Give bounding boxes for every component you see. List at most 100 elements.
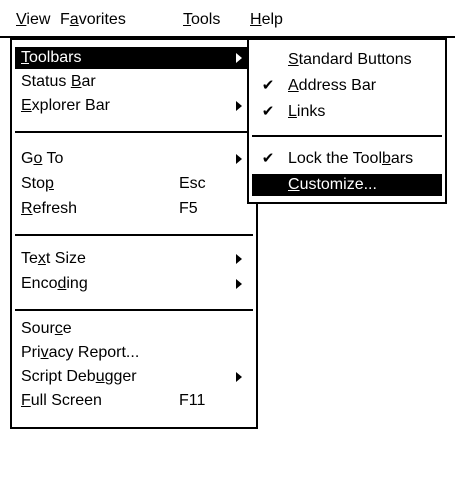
menu-item-toolbars-post: oolbars — [29, 49, 82, 66]
menu-item-full-screen-mnemonic: F — [21, 392, 31, 409]
chevron-right-icon — [236, 154, 242, 164]
menu-item-stop-pre: Sto — [21, 175, 46, 192]
submenu-item-address-bar[interactable]: ✔ Address Bar — [252, 75, 442, 97]
menu-tools-mnemonic: T — [183, 11, 191, 28]
chevron-right-icon — [236, 101, 242, 111]
submenu-item-address-bar-mnemonic: A — [288, 77, 299, 94]
menu-item-toolbars[interactable]: Toolbars — [15, 47, 253, 69]
menu-item-full-screen-shortcut: F11 — [179, 392, 206, 409]
menu-item-encoding-post: ing — [66, 275, 88, 292]
submenu-item-lock-toolbars-pre: Lock the Tool — [288, 150, 382, 167]
menu-separator — [252, 135, 442, 137]
menu-help-mnemonic: H — [250, 11, 262, 28]
menu-item-source-post: e — [62, 320, 72, 337]
menu-item-source-mnemonic: c — [54, 320, 63, 337]
submenu-item-links-mnemonic: L — [288, 103, 297, 120]
menu-help-post: elp — [261, 11, 283, 28]
menu-item-full-screen[interactable]: Full Screen F11 — [15, 390, 253, 412]
checkmark-icon: ✔ — [261, 103, 275, 120]
menu-item-text-size-mnemonic: x — [37, 250, 46, 267]
chevron-right-icon — [236, 372, 242, 382]
menu-item-full-screen-post: ull Screen — [30, 392, 102, 409]
menu-item-privacy-report-mnemonic: v — [40, 344, 49, 361]
submenu-item-lock-toolbars-post: ars — [390, 150, 414, 167]
menu-item-text-size-label: Text Size — [21, 248, 86, 270]
menu-item-explorer-bar-label: Explorer Bar — [21, 95, 110, 117]
menu-item-source[interactable]: Source — [15, 318, 253, 340]
submenu-item-links-label: Links — [288, 101, 325, 123]
menu-item-status-bar-mnemonic: B — [70, 73, 82, 90]
chevron-right-icon — [236, 53, 242, 63]
menu-item-stop-label: Stop — [21, 173, 54, 195]
menu-item-toolbars-label: Toolbars — [21, 47, 81, 69]
submenu-item-address-bar-label: Address Bar — [288, 75, 376, 97]
submenu-item-address-bar-post: ddress Bar — [298, 77, 377, 94]
menu-item-status-bar-label: Status Bar — [21, 71, 96, 93]
menu-item-script-debugger-post: gger — [104, 368, 137, 385]
menu-favorites-post: vorites — [78, 11, 126, 28]
menu-item-text-size-post: t Size — [45, 250, 86, 267]
menu-view[interactable]: View — [16, 10, 50, 30]
menu-item-go-to-post: To — [42, 150, 64, 167]
chevron-right-icon — [236, 279, 242, 289]
menu-item-source-pre: Sour — [21, 320, 55, 337]
toolbars-submenu: Standard Buttons ✔ Address Bar ✔ Links ✔… — [247, 38, 447, 204]
menu-separator — [15, 234, 253, 236]
menu-item-source-label: Source — [21, 318, 72, 340]
menu-favorites[interactable]: Favorites — [60, 10, 126, 30]
menu-help[interactable]: Help — [250, 10, 283, 30]
menu-item-stop-shortcut: Esc — [179, 175, 206, 192]
submenu-item-lock-toolbars-mnemonic: b — [382, 150, 391, 167]
menu-item-explorer-bar-post: xplorer Bar — [31, 97, 110, 114]
chevron-right-icon — [236, 254, 242, 264]
menu-item-go-to-label: Go To — [21, 148, 63, 170]
view-menu-dropdown: Toolbars Status Bar Explorer Bar Go To S… — [10, 38, 258, 429]
menu-favorites-pre: F — [60, 11, 70, 28]
menu-item-go-to[interactable]: Go To — [15, 148, 253, 170]
submenu-item-links[interactable]: ✔ Links — [252, 101, 442, 123]
menu-item-explorer-bar-mnemonic: E — [21, 97, 32, 114]
menu-item-full-screen-label: Full Screen — [21, 390, 102, 412]
submenu-item-links-post: inks — [296, 103, 326, 120]
menu-item-status-bar-pre: Status — [21, 73, 71, 90]
submenu-item-lock-toolbars-label: Lock the Toolbars — [288, 148, 413, 170]
submenu-item-standard-buttons[interactable]: Standard Buttons — [252, 49, 442, 71]
menu-item-script-debugger-mnemonic: u — [95, 368, 105, 385]
menu-tools[interactable]: Tools — [183, 10, 220, 30]
checkmark-icon: ✔ — [261, 77, 275, 94]
submenu-item-customize-label: Customize... — [288, 174, 377, 196]
menu-item-privacy-report-label: Privacy Report... — [21, 342, 139, 364]
submenu-item-standard-buttons-mnemonic: S — [288, 51, 299, 68]
submenu-item-lock-toolbars[interactable]: ✔ Lock the Toolbars — [252, 148, 442, 170]
menu-item-privacy-report-post: acy Report... — [48, 344, 140, 361]
menu-item-refresh-mnemonic: R — [21, 200, 33, 217]
menu-item-status-bar[interactable]: Status Bar — [15, 71, 253, 93]
menu-view-post: iew — [26, 11, 51, 28]
submenu-item-standard-buttons-post: tandard Buttons — [298, 51, 412, 68]
menu-tools-post: ools — [191, 11, 221, 28]
menu-item-refresh-shortcut: F5 — [179, 200, 198, 217]
menu-item-encoding[interactable]: Encoding — [15, 273, 253, 295]
submenu-item-standard-buttons-label: Standard Buttons — [288, 49, 412, 71]
menu-item-status-bar-post: ar — [81, 73, 96, 90]
menu-view-mnemonic: V — [16, 11, 27, 28]
menu-separator — [15, 131, 253, 133]
menu-item-refresh[interactable]: Refresh F5 — [15, 198, 253, 220]
menu-item-stop-mnemonic: p — [45, 175, 54, 192]
menu-item-encoding-pre: Enco — [21, 275, 58, 292]
menu-item-script-debugger-label: Script Debugger — [21, 366, 137, 388]
menu-item-toolbars-mnemonic: T — [21, 49, 29, 66]
menu-item-text-size[interactable]: Text Size — [15, 248, 253, 270]
menu-item-privacy-report[interactable]: Privacy Report... — [15, 342, 253, 364]
checkmark-icon: ✔ — [261, 150, 275, 167]
submenu-item-customize-mnemonic: C — [288, 176, 300, 193]
menu-item-script-debugger[interactable]: Script Debugger — [15, 366, 253, 388]
menu-item-stop[interactable]: Stop Esc — [15, 173, 253, 195]
menu-item-script-debugger-pre: Script Deb — [21, 368, 96, 385]
menu-item-encoding-label: Encoding — [21, 273, 88, 295]
menu-bar: View Favorites Tools Help — [0, 0, 455, 34]
menu-item-explorer-bar[interactable]: Explorer Bar — [15, 95, 253, 117]
menu-item-go-to-pre: G — [21, 150, 34, 167]
menu-item-refresh-label: Refresh — [21, 198, 77, 220]
submenu-item-customize[interactable]: Customize... — [252, 174, 442, 196]
